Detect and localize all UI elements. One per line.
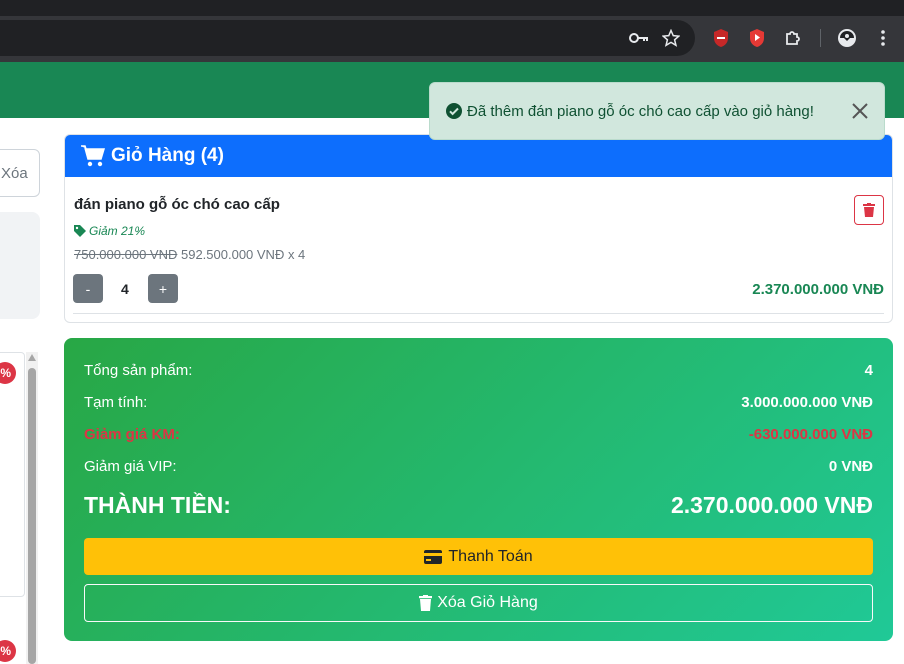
increase-quantity-button[interactable]: +	[148, 274, 178, 303]
clear-cart-label: Xóa Giỏ Hàng	[437, 594, 538, 611]
cart-header: Giỏ Hàng (4)	[65, 135, 892, 177]
summary-row-items: Tổng sản phẩm: 4	[84, 362, 873, 379]
credit-card-icon	[424, 549, 443, 564]
quantity-value: 4	[121, 281, 129, 297]
cart-title: Giỏ Hàng (4)	[111, 145, 224, 166]
trash-icon	[863, 203, 875, 217]
item-total: 2.370.000.000 VNĐ	[752, 281, 884, 298]
summary-value: -630.000.000 VNĐ	[748, 426, 873, 443]
discount-text: Giảm 21%	[89, 224, 146, 238]
summary-row-promo: Giảm giá KM: -630.000.000 VNĐ	[84, 426, 873, 443]
clear-filter-button[interactable]: Xóa	[0, 149, 40, 197]
old-price: 750.000.000 VNĐ	[74, 247, 178, 262]
item-divider	[73, 313, 884, 314]
summary-label: Giảm giá KM:	[84, 426, 180, 443]
summary-label: Tạm tính:	[84, 394, 148, 411]
filter-panel	[0, 212, 40, 319]
summary-row-grand-total: THÀNH TIỀN: 2.370.000.000 VNĐ	[84, 492, 873, 519]
profile-icon[interactable]	[836, 27, 858, 49]
browser-titlebar	[0, 0, 904, 16]
clear-cart-button[interactable]: Xóa Giỏ Hàng	[84, 584, 873, 622]
summary-value: 0 VNĐ	[828, 458, 873, 475]
cart-item-name: đán piano gỗ óc chó cao cấp	[74, 196, 280, 213]
checkout-button[interactable]: Thanh Toán	[84, 538, 873, 575]
shield-extension-icon[interactable]	[710, 27, 732, 49]
summary-value: 4	[864, 362, 873, 379]
scroll-up-icon[interactable]	[28, 354, 36, 361]
discount-badge: %	[0, 640, 16, 662]
new-price: 592.500.000 VNĐ x 4	[180, 247, 306, 262]
check-circle-icon	[446, 103, 462, 119]
order-summary: Tổng sản phẩm: 4 Tạm tính: 3.000.000.000…	[64, 338, 893, 641]
youtube-extension-icon[interactable]	[746, 27, 768, 49]
address-bar[interactable]	[0, 20, 695, 56]
trash-icon	[419, 595, 433, 611]
grand-total-label: THÀNH TIỀN:	[84, 492, 231, 518]
puzzle-icon[interactable]	[782, 27, 804, 49]
close-icon	[852, 103, 868, 119]
toolbar-separator	[820, 29, 821, 47]
checkout-label: Thanh Toán	[448, 547, 533, 565]
delete-item-button[interactable]	[854, 195, 884, 225]
key-icon[interactable]	[628, 27, 650, 49]
summary-row-subtotal: Tạm tính: 3.000.000.000 VNĐ	[84, 394, 873, 411]
grand-total-value: 2.370.000.000 VNĐ	[670, 492, 873, 518]
success-toast: Đã thêm đán piano gỗ óc chó cao cấp vào …	[429, 82, 885, 140]
more-vert-icon[interactable]	[872, 27, 894, 49]
decrease-quantity-button[interactable]: -	[73, 274, 103, 303]
price-line: 750.000.000 VNĐ 592.500.000 VNĐ x 4	[74, 247, 305, 262]
product-list-panel	[0, 352, 25, 597]
summary-row-vip: Giảm giá VIP: 0 VNĐ	[84, 458, 873, 475]
summary-value: 3.000.000.000 VNĐ	[741, 394, 873, 411]
tag-icon	[74, 225, 86, 237]
summary-label: Giảm giá VIP:	[84, 458, 177, 475]
summary-label: Tổng sản phẩm:	[84, 362, 193, 379]
close-toast-button[interactable]	[848, 99, 872, 123]
scrollbar-thumb[interactable]	[28, 368, 36, 664]
cart-card: Giỏ Hàng (4) đán piano gỗ óc chó cao cấp…	[64, 134, 893, 323]
star-icon[interactable]	[660, 27, 682, 49]
toast-message: Đã thêm đán piano gỗ óc chó cao cấp vào …	[467, 102, 814, 120]
discount-label: Giảm 21%	[74, 224, 145, 238]
cart-icon	[81, 145, 105, 167]
